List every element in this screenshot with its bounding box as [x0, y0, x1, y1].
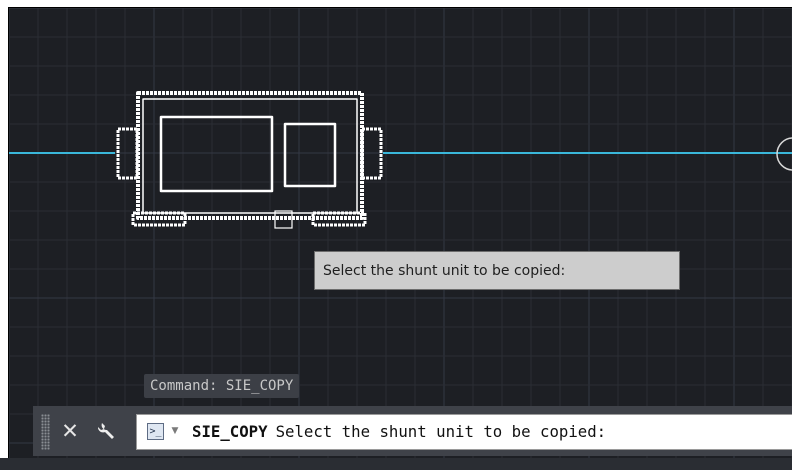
grid-lines	[9, 8, 792, 460]
wrench-icon-svg	[97, 423, 114, 439]
command-input[interactable]: >_ ▼ SIE_COPY Select the shunt unit to be…	[136, 414, 792, 450]
close-icon[interactable]: ✕	[58, 414, 82, 448]
command-line-bar: ✕ >_ ▼ SIE_COPY Select the shunt unit to …	[33, 406, 792, 456]
drawing-canvas-svg	[9, 8, 792, 460]
active-command-name: SIE_COPY	[192, 422, 268, 441]
command-prompt-message: Select the shunt unit to be copied:	[275, 422, 607, 441]
command-history-line: Command: SIE_COPY	[144, 374, 300, 398]
shunt-unit-large-panel	[159, 115, 274, 193]
wrench-icon[interactable]	[93, 414, 121, 448]
drawing-canvas[interactable]: Select the shunt unit to be copied: Comm…	[8, 7, 792, 460]
command-prompt-text: SIE_COPY Select the shunt unit to be copi…	[192, 415, 606, 449]
drag-handle[interactable]	[41, 414, 50, 450]
tooltip-text: Select the shunt unit to be copied:	[323, 263, 566, 279]
command-history-text: Command: SIE_COPY	[150, 378, 294, 394]
command-prompt-icon[interactable]: >_	[147, 423, 164, 440]
cad-application-window: Select the shunt unit to be copied: Comm…	[0, 0, 792, 470]
shunt-unit-symbol[interactable]	[116, 91, 383, 227]
chevron-down-icon[interactable]: ▼	[170, 421, 180, 441]
command-tooltip: Select the shunt unit to be copied:	[314, 251, 680, 290]
status-strip	[0, 458, 792, 470]
